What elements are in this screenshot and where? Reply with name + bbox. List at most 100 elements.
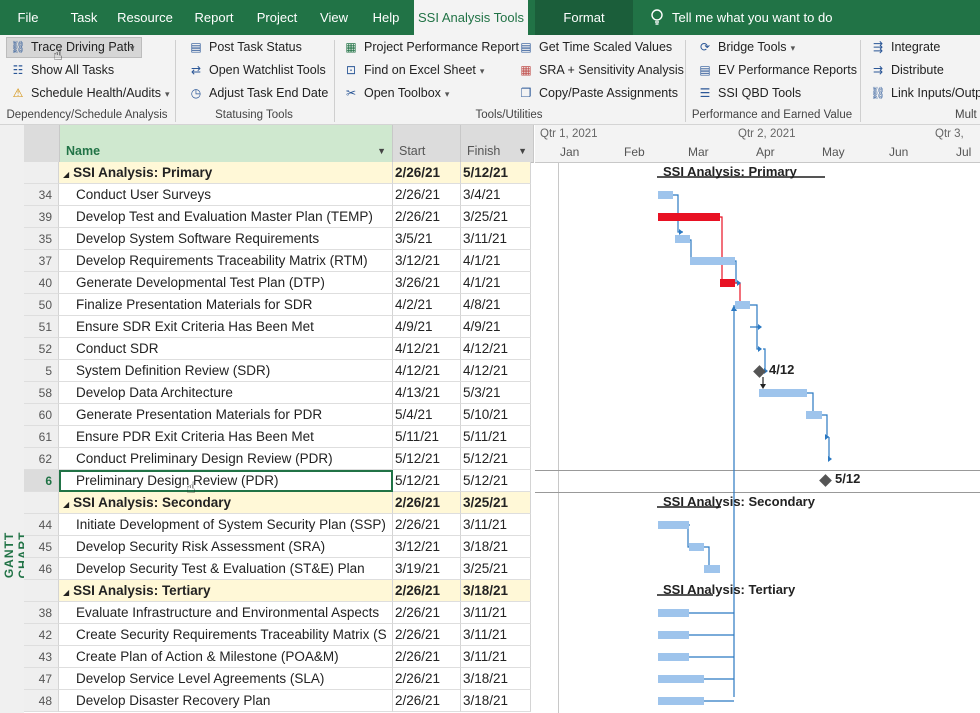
task-start[interactable]: 2/26/21	[393, 514, 461, 536]
table-row[interactable]: 44 Initiate Development of System Securit…	[24, 514, 534, 536]
task-finish[interactable]: 4/1/21	[461, 272, 531, 294]
task-name[interactable]: Generate Presentation Materials for PDR	[59, 404, 393, 426]
table-row[interactable]: 47 Develop Service Level Agreements (SLA)…	[24, 668, 534, 690]
task-start[interactable]: 5/12/21	[393, 470, 461, 492]
task-finish[interactable]: 3/11/21	[461, 646, 531, 668]
sra-sensitivity-button[interactable]: ▦ SRA + Sensitivity Analysis	[518, 59, 684, 81]
task-start[interactable]: 4/9/21	[393, 316, 461, 338]
task-name[interactable]: Create Security Requirements Traceabilit…	[59, 624, 393, 646]
task-start[interactable]: 5/11/21	[393, 426, 461, 448]
task-finish[interactable]: 3/11/21	[461, 602, 531, 624]
task-bar[interactable]	[675, 235, 690, 243]
task-start[interactable]: 5/4/21	[393, 404, 461, 426]
task-finish[interactable]: 3/11/21	[461, 624, 531, 646]
task-start[interactable]: 2/26/21	[393, 162, 461, 184]
find-on-excel-button[interactable]: ⊡ Find on Excel Sheet ▾	[343, 59, 484, 81]
task-finish[interactable]: 4/12/21	[461, 338, 531, 360]
trace-driving-path-button[interactable]: ⛓ Trace Driving Path	[10, 36, 134, 58]
task-name[interactable]: ◢ SSI Analysis: Primary	[59, 162, 393, 184]
task-name[interactable]: Ensure SDR Exit Criteria Has Been Met	[59, 316, 393, 338]
copy-paste-assignments-button[interactable]: ❐ Copy/Paste Assignments	[518, 82, 678, 104]
task-start[interactable]: 4/2/21	[393, 294, 461, 316]
task-start[interactable]: 2/26/21	[393, 624, 461, 646]
task-start[interactable]: 3/19/21	[393, 558, 461, 580]
task-bar[interactable]	[704, 565, 720, 573]
id-column-header[interactable]	[24, 125, 60, 163]
tab-format[interactable]: Format	[535, 0, 633, 35]
tab-ssi-analysis-tools[interactable]: SSI Analysis Tools	[414, 0, 528, 35]
task-name[interactable]: Create Plan of Action & Milestone (POA&M…	[59, 646, 393, 668]
task-start[interactable]: 2/26/21	[393, 602, 461, 624]
task-finish[interactable]: 5/12/21	[461, 162, 531, 184]
collapse-triangle-icon[interactable]: ◢	[63, 170, 69, 179]
project-performance-report-button[interactable]: ▦ Project Performance Report	[343, 36, 519, 58]
name-column-header[interactable]: Name ▼	[60, 125, 393, 163]
task-name[interactable]: Develop Service Level Agreements (SLA)	[59, 668, 393, 690]
task-name[interactable]: Develop System Software Requirements	[59, 228, 393, 250]
task-name[interactable]: Develop Security Test & Evaluation (ST&E…	[59, 558, 393, 580]
bridge-tools-button[interactable]: ⟳ Bridge Tools ▾	[697, 36, 795, 58]
table-row[interactable]: 60 Generate Presentation Materials for PD…	[24, 404, 534, 426]
task-name[interactable]: Preliminary Design Review (PDR)	[59, 470, 393, 492]
table-row[interactable]: 38 Evaluate Infrastructure and Environmen…	[24, 602, 534, 624]
task-finish[interactable]: 3/18/21	[461, 580, 531, 602]
task-start[interactable]: 2/26/21	[393, 580, 461, 602]
table-row[interactable]: 52 Conduct SDR 4/12/21 4/12/21	[24, 338, 534, 360]
task-name[interactable]: Finalize Presentation Materials for SDR	[59, 294, 393, 316]
task-start[interactable]: 5/12/21	[393, 448, 461, 470]
task-bar[interactable]	[690, 257, 735, 265]
task-bar[interactable]	[658, 609, 689, 617]
table-row[interactable]: 45 Develop Security Risk Assessment (SRA)…	[24, 536, 534, 558]
task-finish[interactable]: 4/9/21	[461, 316, 531, 338]
table-row[interactable]: 40 Generate Developmental Test Plan (DTP)…	[24, 272, 534, 294]
open-watchlist-button[interactable]: ⇄ Open Watchlist Tools	[188, 59, 326, 81]
task-finish[interactable]: 3/11/21	[461, 514, 531, 536]
table-row[interactable]: 43 Create Plan of Action & Milestone (POA…	[24, 646, 534, 668]
task-bar[interactable]	[735, 301, 750, 309]
task-name[interactable]: Develop Requirements Traceability Matrix…	[59, 250, 393, 272]
integrate-button[interactable]: ⇶ Integrate	[870, 36, 940, 58]
table-row[interactable]: 62 Conduct Preliminary Design Review (PDR…	[24, 448, 534, 470]
table-row[interactable]: 50 Finalize Presentation Materials for SD…	[24, 294, 534, 316]
task-start[interactable]: 2/26/21	[393, 492, 461, 514]
table-row[interactable]: 37 Develop Requirements Traceability Matr…	[24, 250, 534, 272]
task-start[interactable]: 3/12/21	[393, 250, 461, 272]
start-column-header[interactable]: Start	[393, 125, 461, 163]
task-finish[interactable]: 3/25/21	[461, 492, 531, 514]
tab-help[interactable]: Help	[368, 0, 404, 35]
task-name[interactable]: Develop Data Architecture	[59, 382, 393, 404]
task-start[interactable]: 2/26/21	[393, 690, 461, 712]
task-name[interactable]: Initiate Development of System Security …	[59, 514, 393, 536]
collapse-triangle-icon[interactable]: ◢	[63, 588, 69, 597]
task-name[interactable]: Evaluate Infrastructure and Environmenta…	[59, 602, 393, 624]
task-start[interactable]: 2/26/21	[393, 668, 461, 690]
summary-row[interactable]: ◢ SSI Analysis: Primary 2/26/21 5/12/21	[24, 162, 534, 184]
table-row[interactable]: 5 System Definition Review (SDR) 4/12/21 4/…	[24, 360, 534, 382]
task-finish[interactable]: 4/8/21	[461, 294, 531, 316]
filter-dropdown-icon[interactable]: ▼	[377, 146, 386, 156]
task-bar[interactable]	[658, 675, 704, 683]
ev-performance-button[interactable]: ▤ EV Performance Reports	[697, 59, 857, 81]
task-finish[interactable]: 3/18/21	[461, 690, 531, 712]
table-row[interactable]: 48 Develop Disaster Recovery Plan 2/26/21 3…	[24, 690, 534, 712]
task-finish[interactable]: 3/25/21	[461, 558, 531, 580]
task-finish[interactable]: 3/11/21	[461, 228, 531, 250]
task-name[interactable]: Generate Developmental Test Plan (DTP)	[59, 272, 393, 294]
task-bar[interactable]	[658, 191, 673, 199]
table-row[interactable]: 34 Conduct User Surveys 2/26/21 3/4/21	[24, 184, 534, 206]
task-finish[interactable]: 5/10/21	[461, 404, 531, 426]
task-start[interactable]: 4/12/21	[393, 360, 461, 382]
task-name[interactable]: System Definition Review (SDR)	[59, 360, 393, 382]
task-name[interactable]: ◢ SSI Analysis: Secondary	[59, 492, 393, 514]
task-bar[interactable]	[658, 631, 689, 639]
table-row[interactable]: 39 Develop Test and Evaluation Master Pla…	[24, 206, 534, 228]
tab-file[interactable]: File	[8, 0, 48, 35]
time-scaled-values-button[interactable]: ▤ Get Time Scaled Values	[518, 36, 672, 58]
task-finish[interactable]: 3/18/21	[461, 536, 531, 558]
task-bar[interactable]	[658, 697, 704, 705]
task-bar[interactable]	[658, 521, 689, 529]
tab-view[interactable]: View	[316, 0, 352, 35]
finish-column-header[interactable]: Finish ▼	[461, 125, 534, 163]
task-start[interactable]: 3/26/21	[393, 272, 461, 294]
task-name[interactable]: Conduct SDR	[59, 338, 393, 360]
